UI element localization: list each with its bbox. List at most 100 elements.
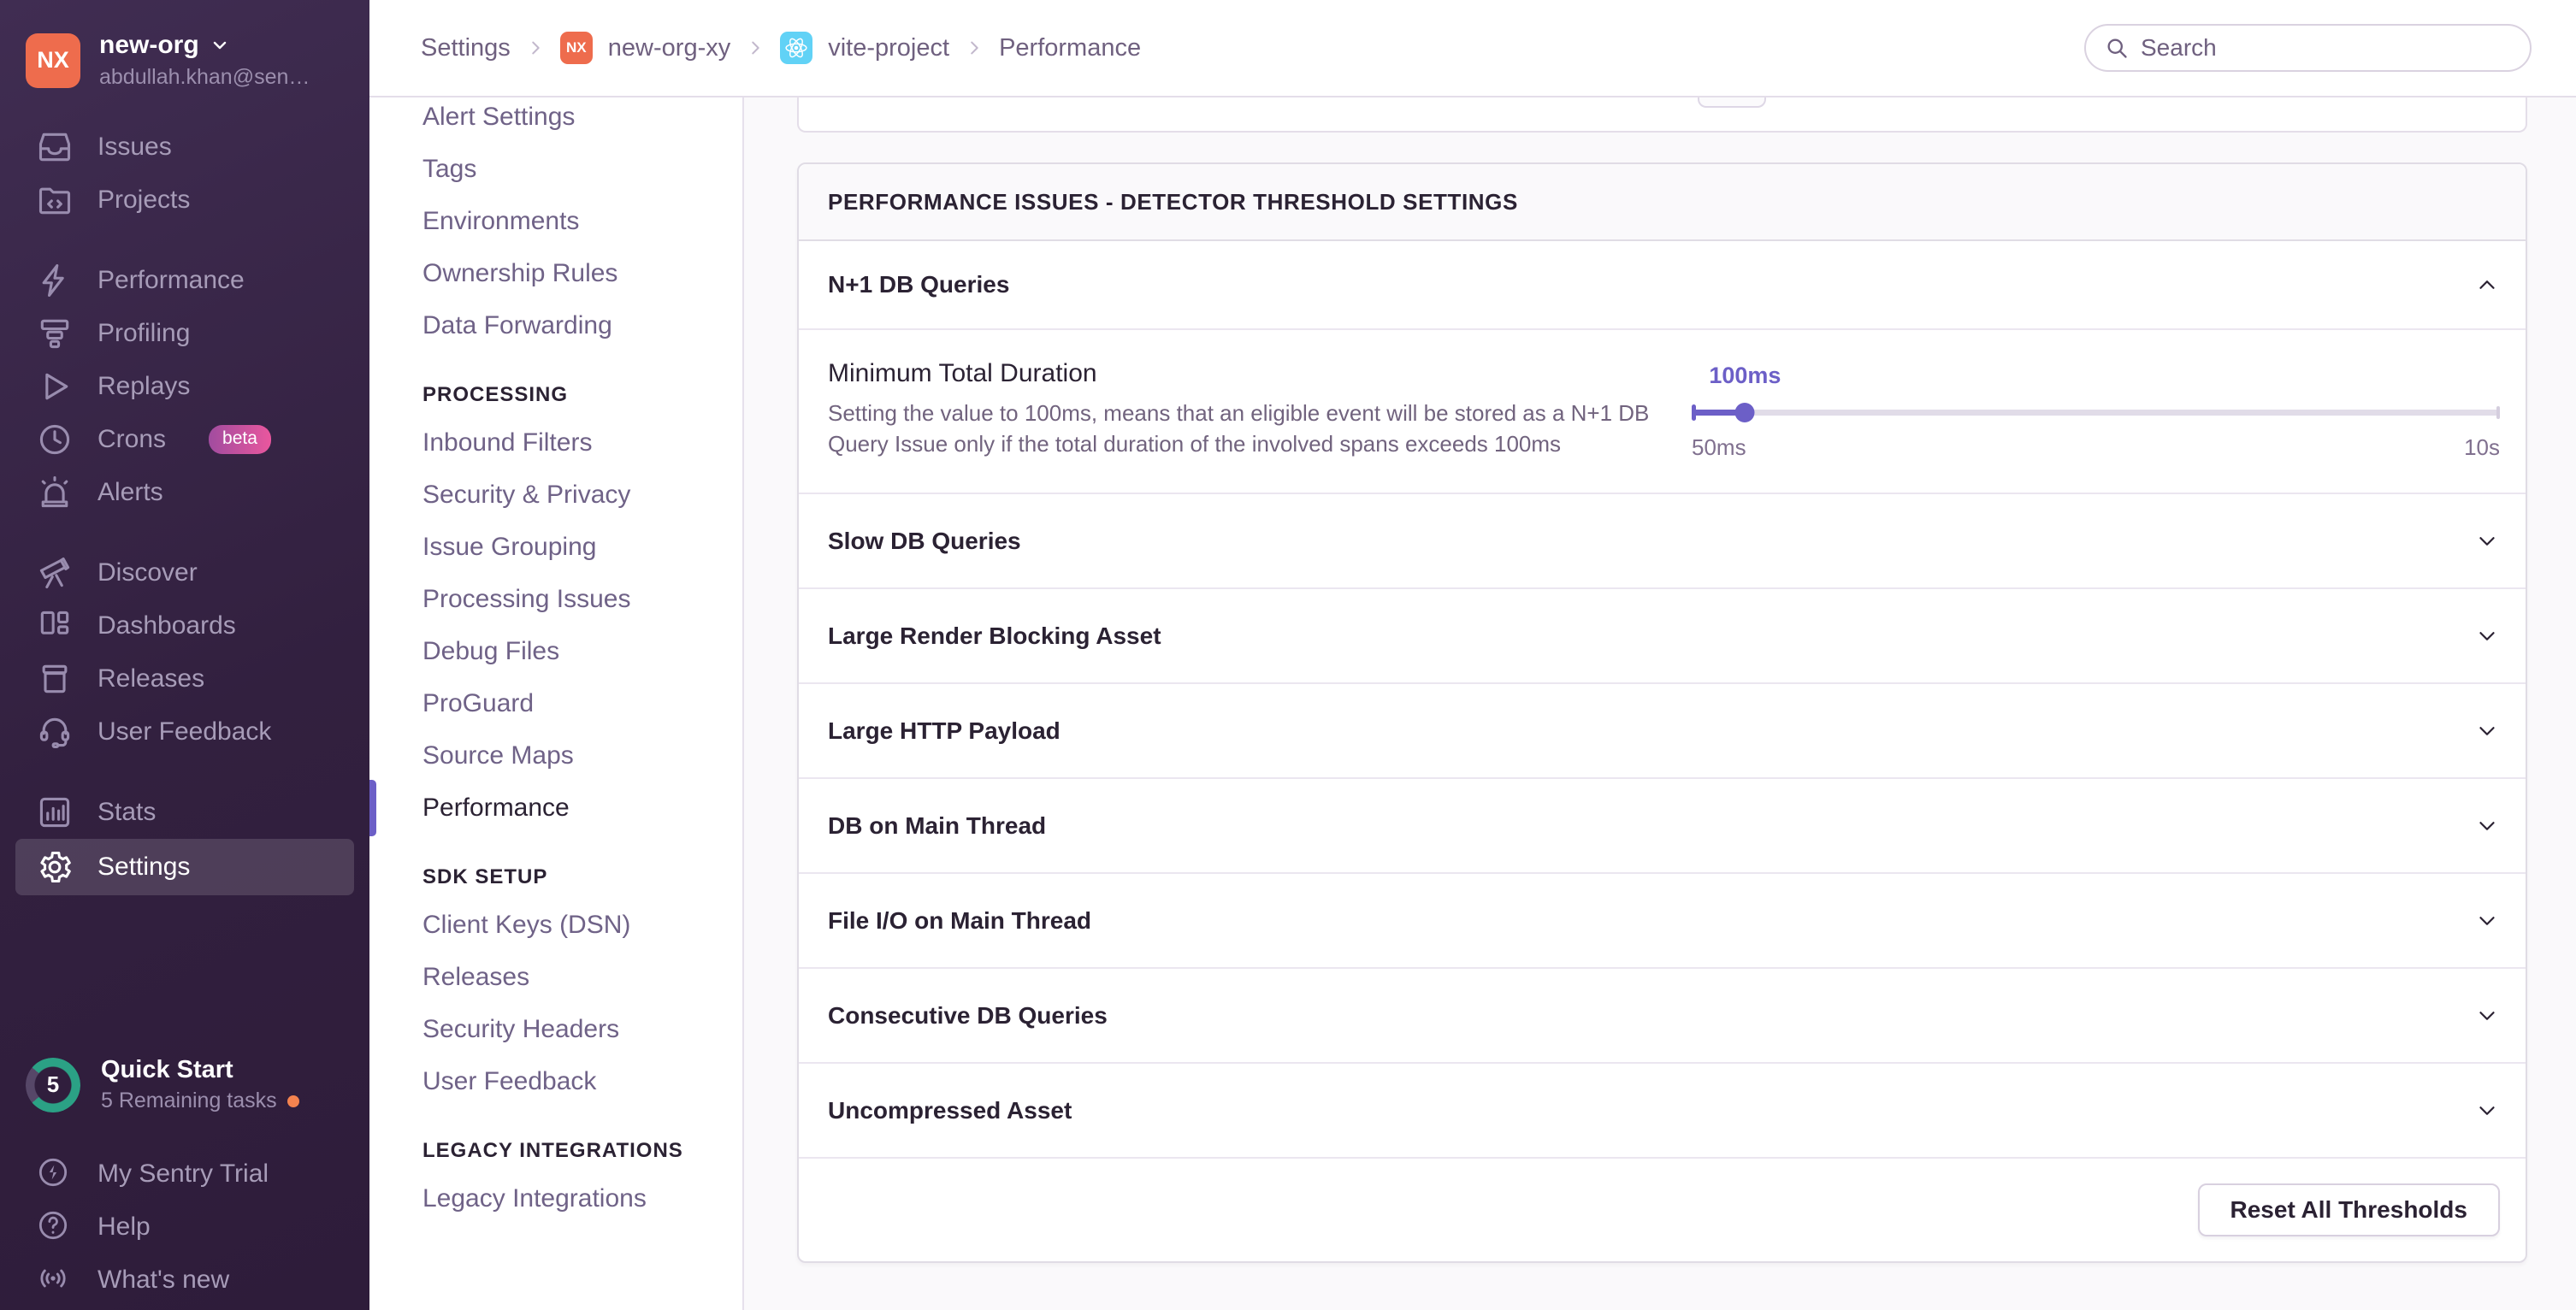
org-badge: NX [560,32,593,64]
search-input[interactable] [2141,34,2511,62]
slider-track[interactable] [1692,410,2500,416]
panel-footer: Reset All Thresholds [799,1157,2526,1261]
quick-start-title: Quick Start [101,1056,299,1084]
quick-start[interactable]: 5 Quick Start 5 Remaining tasks [15,1056,354,1113]
sidebar-item-performance[interactable]: Performance [15,254,354,307]
settings-nav-legacy-integrations[interactable]: Legacy Integrations [369,1172,742,1224]
chevron-down-icon [2474,718,2500,744]
sidebar-item-stats[interactable]: Stats [15,786,354,839]
detector-row-large-http-payload[interactable]: Large HTTP Payload [799,682,2526,777]
detector-row-file-io-on-main-thread[interactable]: File I/O on Main Thread [799,872,2526,967]
flamegraph-icon [36,315,74,352]
threshold-settings-panel: PERFORMANCE ISSUES - DETECTOR THRESHOLD … [797,162,2527,1263]
settings-nav-inbound-filters[interactable]: Inbound Filters [369,416,742,469]
detector-row-consecutive-db-queries[interactable]: Consecutive DB Queries [799,967,2526,1062]
settings-nav-issue-grouping[interactable]: Issue Grouping [369,521,742,573]
detector-row-db-on-main-thread[interactable]: DB on Main Thread [799,777,2526,872]
sidebar-item-label: Releases [97,664,204,693]
breadcrumb-settings[interactable]: Settings [421,34,511,62]
sidebar-item-user-feedback[interactable]: User Feedback [15,705,354,758]
breadcrumb: Settings NX new-org-xy vite-project Perf… [421,32,1141,64]
lightning-icon [36,262,74,299]
setting-description: Setting the value to 100ms, means that a… [828,398,1657,460]
sidebar-item-crons[interactable]: Crons beta [15,413,354,466]
panel-header: PERFORMANCE ISSUES - DETECTOR THRESHOLD … [799,164,2526,241]
clock-icon [36,421,74,458]
sidebar-item-label: Alerts [97,478,163,507]
settings-nav-alert-settings[interactable]: Alert Settings [369,97,742,143]
sidebar-item-whats-new[interactable]: What's new [15,1254,354,1307]
breadcrumb-org[interactable]: new-org-xy [608,34,730,62]
search-box[interactable] [2084,24,2532,72]
slider-start-cap [1692,404,1696,421]
topbar: Settings NX new-org-xy vite-project Perf… [369,0,2576,97]
detector-row-title: N+1 DB Queries [828,271,1009,298]
siren-icon [36,474,74,511]
sidebar-item-profiling[interactable]: Profiling [15,307,354,360]
sidebar-item-label: My Sentry Trial [97,1160,269,1189]
detector-row-uncompressed-asset[interactable]: Uncompressed Asset [799,1062,2526,1157]
sidebar-item-label: Issues [97,133,172,162]
circle-lightning-icon [36,1155,74,1193]
notification-dot [287,1095,299,1107]
sidebar-item-my-sentry-trial[interactable]: My Sentry Trial [15,1148,354,1201]
n-plus-one-settings: Minimum Total Duration Setting the value… [799,328,2526,493]
sidebar-item-help[interactable]: Help [15,1201,354,1254]
chevron-down-icon [2474,528,2500,554]
breadcrumb-page[interactable]: Performance [999,34,1141,62]
broadcast-icon [36,1261,74,1299]
sidebar-item-issues[interactable]: Issues [15,121,354,174]
slider-track-zone[interactable] [1692,402,2500,422]
quick-start-count: 5 [26,1058,80,1112]
settings-nav-ownership-rules[interactable]: Ownership Rules [369,247,742,299]
reset-all-thresholds-button[interactable]: Reset All Thresholds [2198,1183,2500,1236]
slider-max-label: 10s [2464,434,2500,461]
sidebar-item-releases[interactable]: Releases [15,652,354,705]
org-avatar: NX [26,33,80,88]
settings-nav-releases[interactable]: Releases [369,951,742,1003]
detector-row-title: Large HTTP Payload [828,717,1061,745]
detector-row-slow-db-queries[interactable]: Slow DB Queries [799,493,2526,587]
settings-nav-header-legacy: LEGACY INTEGRATIONS [369,1130,742,1172]
settings-nav-tags[interactable]: Tags [369,143,742,195]
breadcrumb-project[interactable]: vite-project [828,34,949,62]
detector-row-n-plus-one-db-queries[interactable]: N+1 DB Queries [799,241,2526,328]
settings-nav-data-forwarding[interactable]: Data Forwarding [369,299,742,351]
sidebar-item-replays[interactable]: Replays [15,360,354,413]
settings-nav-source-maps[interactable]: Source Maps [369,729,742,782]
sidebar-item-label: Discover [97,558,198,587]
sidebar-item-alerts[interactable]: Alerts [15,466,354,519]
setting-label: Minimum Total Duration [828,359,1657,388]
settings-nav-user-feedback[interactable]: User Feedback [369,1055,742,1107]
archive-box-icon [36,660,74,698]
settings-nav-security-privacy[interactable]: Security & Privacy [369,469,742,521]
settings-nav-performance[interactable]: Performance [369,782,742,834]
scrolled-panel-remnant [797,97,2527,133]
main-area: Settings NX new-org-xy vite-project Perf… [369,0,2576,1310]
sidebar-item-settings[interactable]: Settings [15,839,354,895]
telescope-icon [36,554,74,592]
slider-min-label: 50ms [1692,434,1746,461]
detector-row-title: File I/O on Main Thread [828,907,1091,935]
settings-nav-debug-files[interactable]: Debug Files [369,625,742,677]
slider-handle[interactable] [1735,403,1755,422]
quick-start-progress-ring: 5 [26,1058,80,1112]
chevron-right-icon [526,38,545,57]
sidebar-item-dashboards[interactable]: Dashboards [15,599,354,652]
bar-chart-icon [36,794,74,831]
settings-nav-environments[interactable]: Environments [369,195,742,247]
org-switcher[interactable]: NX new-org abdullah.khan@sen… [0,0,369,90]
sidebar-footer: My Sentry Trial Help What's new [0,1148,369,1310]
settings-nav-client-keys[interactable]: Client Keys (DSN) [369,899,742,951]
settings-nav-proguard[interactable]: ProGuard [369,677,742,729]
sidebar-item-projects[interactable]: Projects [15,174,354,227]
search-icon [2105,36,2129,60]
sidebar-item-discover[interactable]: Discover [15,546,354,599]
detector-row-title: DB on Main Thread [828,812,1046,840]
settings-nav-processing-issues[interactable]: Processing Issues [369,573,742,625]
sidebar-item-label: Settings [97,853,190,882]
folder-code-icon [36,181,74,219]
threshold-slider: 100ms 50ms 10s [1692,363,2500,493]
detector-row-large-render-blocking-asset[interactable]: Large Render Blocking Asset [799,587,2526,682]
settings-nav-security-headers[interactable]: Security Headers [369,1003,742,1055]
